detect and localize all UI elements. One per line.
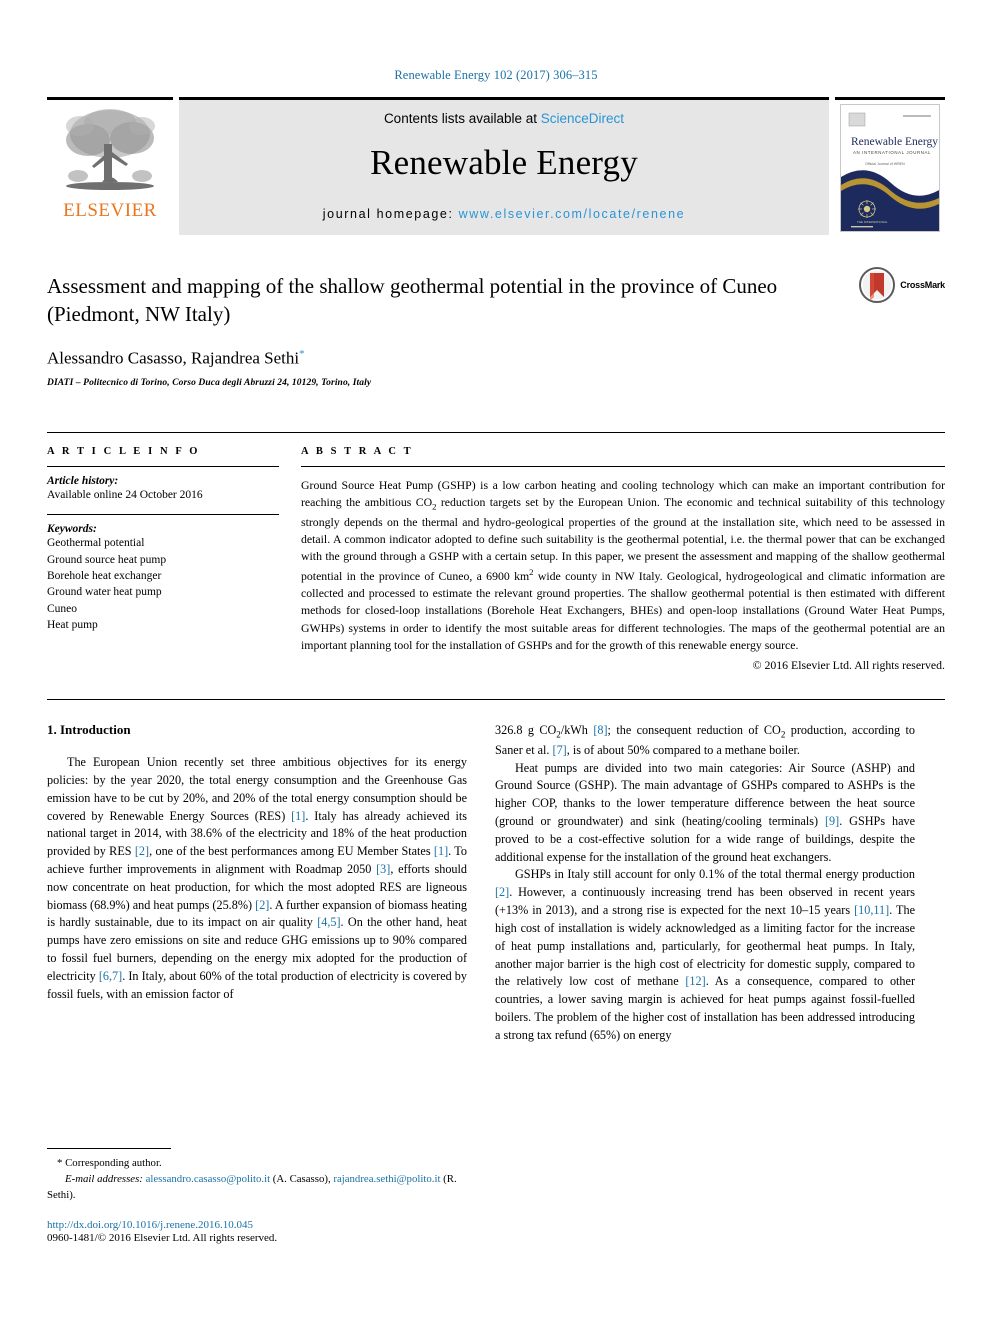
citation-link[interactable]: [6,7] — [99, 969, 122, 983]
citation-link[interactable]: [3] — [376, 862, 390, 876]
article-history-value: Available online 24 October 2016 — [47, 489, 203, 502]
title-block: CrossMark Assessment and mapping of the … — [47, 267, 945, 389]
citation-link[interactable]: [1] — [291, 809, 305, 823]
info-abstract-section: A R T I C L E I N F O Article history: A… — [47, 432, 945, 673]
corresponding-author-marker: * — [299, 348, 305, 361]
paragraph: The European Union recently set three am… — [47, 754, 467, 1003]
introduction-heading: 1. Introduction — [47, 722, 131, 738]
homepage-url-link[interactable]: www.elsevier.com/locate/renene — [459, 207, 686, 221]
divider — [47, 514, 279, 516]
citation-link[interactable]: [2] — [495, 885, 509, 899]
divider — [301, 466, 945, 468]
journal-masthead: ELSEVIER Contents lists available at Sci… — [47, 97, 945, 235]
crossmark-label: CrossMark — [900, 280, 945, 290]
contents-prefix: Contents lists available at — [383, 111, 541, 126]
doi-link[interactable]: http://dx.doi.org/10.1016/j.renene.2016.… — [47, 1219, 467, 1231]
masthead-center: Contents lists available at ScienceDirec… — [179, 97, 829, 235]
running-head: Renewable Energy 102 (2017) 306–315 — [394, 68, 598, 82]
affiliation: DIATI – Politecnico di Torino, Corso Duc… — [47, 378, 372, 389]
svg-text:AN INTERNATIONAL JOURNAL: AN INTERNATIONAL JOURNAL — [853, 150, 931, 155]
svg-text:THE INTERNATIONAL: THE INTERNATIONAL — [857, 220, 888, 224]
issn-copyright-line: 0960-1481/© 2016 Elsevier Ltd. All right… — [47, 1232, 278, 1245]
citation-link[interactable]: [4,5] — [317, 915, 340, 929]
elsevier-logo: ELSEVIER — [47, 97, 173, 235]
paragraph: GSHPs in Italy still account for only 0.… — [495, 866, 915, 1044]
text-run: /kWh — [560, 723, 594, 738]
page-title: Assessment and mapping of the shallow ge… — [47, 274, 778, 326]
citation-link[interactable]: [7] — [553, 743, 567, 757]
body-left-column: 1. Introduction The European Union recen… — [47, 722, 467, 1044]
email1-name: (A. Casasso), — [270, 1172, 334, 1185]
text-run: GSHPs in Italy still account for only 0.… — [515, 867, 915, 882]
author-list: Alessandro Casasso, Rajandrea Sethi* — [47, 348, 945, 369]
keywords-list: Geothermal potential Ground source heat … — [47, 535, 279, 633]
article-history-label: Article history: — [47, 475, 119, 488]
citation-link[interactable]: [2] — [135, 844, 149, 858]
email-label: E-mail addresses: — [65, 1172, 143, 1185]
abstract-column: A B S T R A C T Ground Source Heat Pump … — [301, 446, 945, 673]
keyword-item: Ground source heat pump — [47, 553, 167, 566]
svg-text:Official Journal of WREN: Official Journal of WREN — [865, 162, 905, 166]
journal-homepage-line: journal homepage: www.elsevier.com/locat… — [323, 207, 685, 221]
text-run: , is of about 50% compared to a methane … — [566, 742, 800, 757]
elsevier-tree-icon — [66, 109, 155, 190]
keyword-item: Cuneo — [47, 602, 78, 615]
cover-image: Renewable Energy AN INTERNATIONAL JOURNA… — [840, 104, 940, 232]
crossmark-icon — [859, 267, 896, 303]
divider — [47, 466, 279, 468]
keyword-item: Heat pump — [47, 619, 98, 632]
author-names: Alessandro Casasso, Rajandrea Sethi — [47, 349, 300, 369]
crossmark-badge[interactable]: CrossMark — [859, 267, 945, 303]
corresponding-author-note: * Corresponding author. — [57, 1157, 162, 1169]
sciencedirect-link[interactable]: ScienceDirect — [541, 111, 624, 126]
text-run: ; the consequent reduction of CO — [607, 723, 781, 738]
contents-available-line: Contents lists available at ScienceDirec… — [384, 111, 624, 126]
citation-link[interactable]: [1] — [434, 844, 448, 858]
copyright-line: © 2016 Elsevier Ltd. All rights reserved… — [752, 658, 945, 673]
paper-page: Renewable Energy 102 (2017) 306–315 ELSE… — [0, 0, 992, 1323]
article-info-column: A R T I C L E I N F O Article history: A… — [47, 446, 279, 673]
cover-artwork-icon: Renewable Energy AN INTERNATIONAL JOURNA… — [841, 105, 939, 231]
abstract-heading: A B S T R A C T — [301, 446, 414, 458]
footnote-divider — [47, 1148, 171, 1149]
keyword-item: Geothermal potential — [47, 537, 145, 550]
body-right-column: 326.8 g CO2/kWh [8]; the consequent redu… — [495, 722, 915, 1044]
paragraph: Heat pumps are divided into two main cat… — [495, 760, 915, 867]
text-run: , one of the best performances among EU … — [149, 844, 434, 859]
elsevier-wordmark: ELSEVIER — [63, 200, 157, 221]
article-info-heading: A R T I C L E I N F O — [47, 446, 201, 458]
keyword-item: Ground water heat pump — [47, 586, 162, 599]
abstract-text: Ground Source Heat Pump (GSHP) is a low … — [301, 477, 945, 654]
email-addresses-note: E-mail addresses: alessandro.casasso@pol… — [47, 1172, 467, 1204]
paragraph: 326.8 g CO2/kWh [8]; the consequent redu… — [495, 722, 915, 759]
journal-title: Renewable Energy — [370, 143, 638, 182]
text-run: 326.8 g CO — [495, 723, 557, 738]
citation-link[interactable]: [2] — [255, 898, 269, 912]
svg-text:Renewable Energy: Renewable Energy — [851, 136, 938, 148]
keywords-label: Keywords: — [47, 523, 97, 536]
citation-link[interactable]: [10,11] — [854, 903, 889, 917]
journal-cover-thumbnail: Renewable Energy AN INTERNATIONAL JOURNA… — [835, 97, 945, 235]
citation-link[interactable]: [9] — [825, 814, 839, 828]
citation-link[interactable]: [8] — [593, 723, 607, 737]
text-run: . However, a continuously increasing tre… — [495, 885, 915, 918]
citation-link[interactable]: [12] — [685, 974, 705, 988]
homepage-label: journal homepage: — [322, 207, 459, 221]
footnote-area: * Corresponding author. E-mail addresses… — [47, 1148, 467, 1244]
email-link-casasso[interactable]: alessandro.casasso@polito.it — [146, 1173, 271, 1185]
email-link-sethi[interactable]: rajandrea.sethi@polito.it — [333, 1173, 440, 1185]
section-divider — [47, 699, 945, 701]
keyword-item: Borehole heat exchanger — [47, 570, 162, 583]
article-body: 1. Introduction The European Union recen… — [47, 722, 945, 1044]
